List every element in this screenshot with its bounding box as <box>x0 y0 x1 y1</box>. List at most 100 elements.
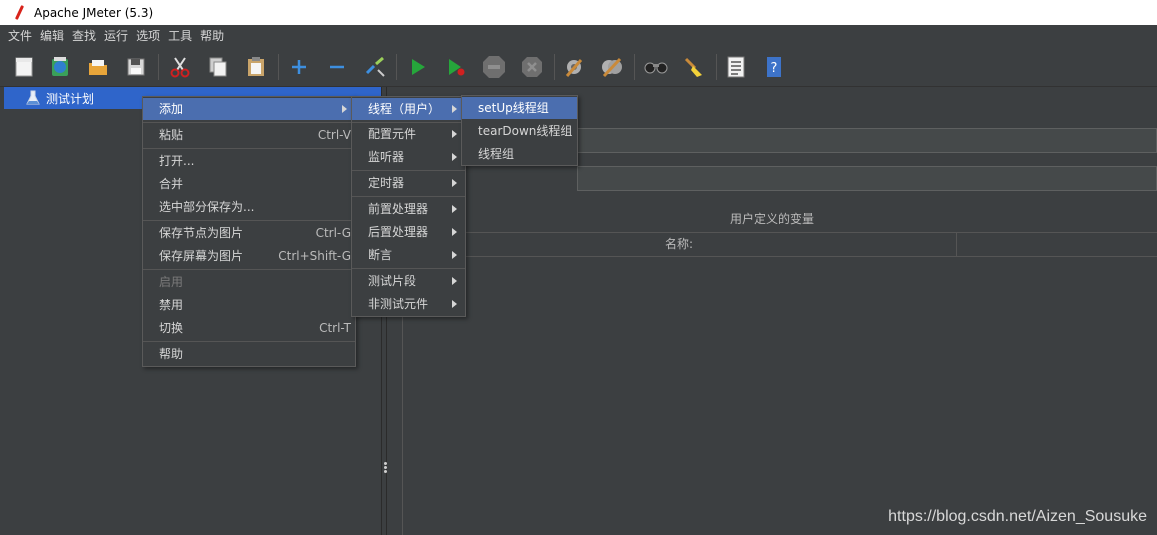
menu-item-label: 禁用 <box>159 298 184 312</box>
menu-item-save-node-image[interactable]: 保存节点为图片 Ctrl-G <box>143 222 355 244</box>
submenu-arrow-icon <box>452 130 457 138</box>
submenu-item-thread-group[interactable]: 线程组 <box>462 143 577 165</box>
cut-icon[interactable] <box>168 55 192 79</box>
shutdown-icon[interactable] <box>520 55 544 79</box>
menu-item-save-screen-image[interactable]: 保存屏幕为图片 Ctrl+Shift-G <box>143 245 355 267</box>
menu-item-toggle[interactable]: 切换 Ctrl-T <box>143 317 355 339</box>
menu-separator <box>352 268 465 269</box>
submenu-item-non-test-elements[interactable]: 非测试元件 <box>352 293 465 315</box>
menu-item-label: 合并 <box>159 177 184 191</box>
menu-item-label: 监听器 <box>368 150 405 164</box>
menu-item-paste[interactable]: 粘贴 Ctrl-V <box>143 124 355 146</box>
menu-separator <box>143 122 355 123</box>
threads-submenu: setUp线程组 tearDown线程组 线程组 <box>461 95 578 166</box>
submenu-item-post-processor[interactable]: 后置处理器 <box>352 221 465 243</box>
watermark-text: https://blog.csdn.net/Aizen_Sousuke <box>888 508 1147 525</box>
submenu-arrow-icon <box>452 300 457 308</box>
menu-options[interactable]: 选项 <box>132 25 164 47</box>
submenu-item-teardown-thread-group[interactable]: tearDown线程组 <box>462 120 577 142</box>
toolbar: ? <box>0 47 1157 87</box>
menu-item-open[interactable]: 打开... <box>143 150 355 172</box>
menu-item-save-selection-as[interactable]: 选中部分保存为... <box>143 196 355 218</box>
title-bar: Apache JMeter (5.3) <box>0 0 1157 25</box>
comments-field[interactable] <box>577 166 1157 191</box>
name-field[interactable] <box>577 128 1157 153</box>
search-icon[interactable] <box>644 55 668 79</box>
window-title: Apache JMeter (5.3) <box>34 5 154 20</box>
submenu-item-timer[interactable]: 定时器 <box>352 172 465 194</box>
menu-item-enable: 启用 <box>143 271 355 293</box>
copy-icon[interactable] <box>206 55 230 79</box>
submenu-arrow-icon <box>452 179 457 187</box>
menu-item-label: 帮助 <box>159 347 184 361</box>
column-name-header: 名称: <box>402 233 957 256</box>
menu-item-help[interactable]: 帮助 <box>143 343 355 365</box>
paste-icon[interactable] <box>244 55 268 79</box>
submenu-item-pre-processor[interactable]: 前置处理器 <box>352 198 465 220</box>
submenu-item-setup-thread-group[interactable]: setUp线程组 <box>462 97 577 119</box>
context-menu: 添加 粘贴 Ctrl-V 打开... 合并 选中部分保存为... 保存节点为图片… <box>142 96 356 367</box>
new-icon[interactable] <box>12 55 36 79</box>
menu-item-label: 启用 <box>159 275 184 289</box>
submenu-item-threads[interactable]: 线程（用户） <box>352 98 465 120</box>
menu-item-merge[interactable]: 合并 <box>143 173 355 195</box>
menu-item-disable[interactable]: 禁用 <box>143 294 355 316</box>
menu-item-label: 添加 <box>159 102 184 116</box>
menu-item-label: 保存节点为图片 <box>159 226 244 240</box>
menu-item-label: setUp线程组 <box>478 101 549 115</box>
submenu-arrow-icon <box>452 228 457 236</box>
menu-file[interactable]: 文件 <box>4 25 36 47</box>
menu-item-label: 前置处理器 <box>368 202 429 216</box>
variables-table-header: 名称: <box>402 232 1157 257</box>
save-icon[interactable] <box>124 55 148 79</box>
open-icon[interactable] <box>86 55 110 79</box>
start-no-pause-icon[interactable] <box>444 55 468 79</box>
help-icon[interactable]: ? <box>762 55 786 79</box>
menu-help[interactable]: 帮助 <box>196 25 228 47</box>
variables-table-body[interactable] <box>402 257 1157 535</box>
submenu-item-config-element[interactable]: 配置元件 <box>352 123 465 145</box>
menu-separator <box>143 341 355 342</box>
templates-icon[interactable] <box>48 55 72 79</box>
menu-bar: 文件 编辑 查找 运行 选项 工具 帮助 <box>0 25 1157 47</box>
menu-item-label: 定时器 <box>368 176 405 190</box>
shortcut-label: Ctrl+Shift-G <box>278 249 351 263</box>
collapse-icon[interactable] <box>325 55 349 79</box>
menu-separator <box>143 220 355 221</box>
menu-separator <box>352 196 465 197</box>
expand-icon[interactable] <box>287 55 311 79</box>
menu-item-label: 测试片段 <box>368 274 417 288</box>
menu-item-label: 线程（用户） <box>368 102 441 116</box>
menu-separator <box>143 269 355 270</box>
function-helper-icon[interactable] <box>724 55 748 79</box>
stop-icon[interactable] <box>482 55 506 79</box>
start-icon[interactable] <box>406 55 430 79</box>
menu-item-label: 保存屏幕为图片 <box>159 249 244 263</box>
menu-item-label: 打开... <box>159 154 195 168</box>
add-submenu: 线程（用户） 配置元件 监听器 定时器 前置处理器 后置处理器 断言 测试片段 … <box>351 96 466 317</box>
submenu-arrow-icon <box>452 153 457 161</box>
submenu-arrow-icon <box>452 251 457 259</box>
reset-search-icon[interactable] <box>682 55 706 79</box>
menu-run[interactable]: 运行 <box>100 25 132 47</box>
menu-tools[interactable]: 工具 <box>164 25 196 47</box>
test-plan-flask-icon <box>26 90 40 106</box>
menu-item-label: 非测试元件 <box>368 297 429 311</box>
menu-edit[interactable]: 编辑 <box>36 25 68 47</box>
menu-item-label: tearDown线程组 <box>478 124 573 138</box>
menu-item-add[interactable]: 添加 <box>143 98 355 120</box>
clear-all-icon[interactable] <box>600 55 624 79</box>
shortcut-label: Ctrl-V <box>317 128 351 142</box>
menu-item-label: 切换 <box>159 321 184 335</box>
shortcut-label: Ctrl-G <box>315 226 351 240</box>
submenu-item-listener[interactable]: 监听器 <box>352 146 465 168</box>
toggle-icon[interactable] <box>363 55 387 79</box>
clear-icon[interactable] <box>562 55 586 79</box>
svg-text:?: ? <box>771 61 778 76</box>
submenu-item-assertion[interactable]: 断言 <box>352 244 465 266</box>
toolbar-separator <box>634 54 635 80</box>
menu-search[interactable]: 查找 <box>68 25 100 47</box>
submenu-item-test-fragment[interactable]: 测试片段 <box>352 270 465 292</box>
user-defined-variables-title: 用户定义的变量 <box>729 212 814 226</box>
toolbar-separator <box>158 54 159 80</box>
